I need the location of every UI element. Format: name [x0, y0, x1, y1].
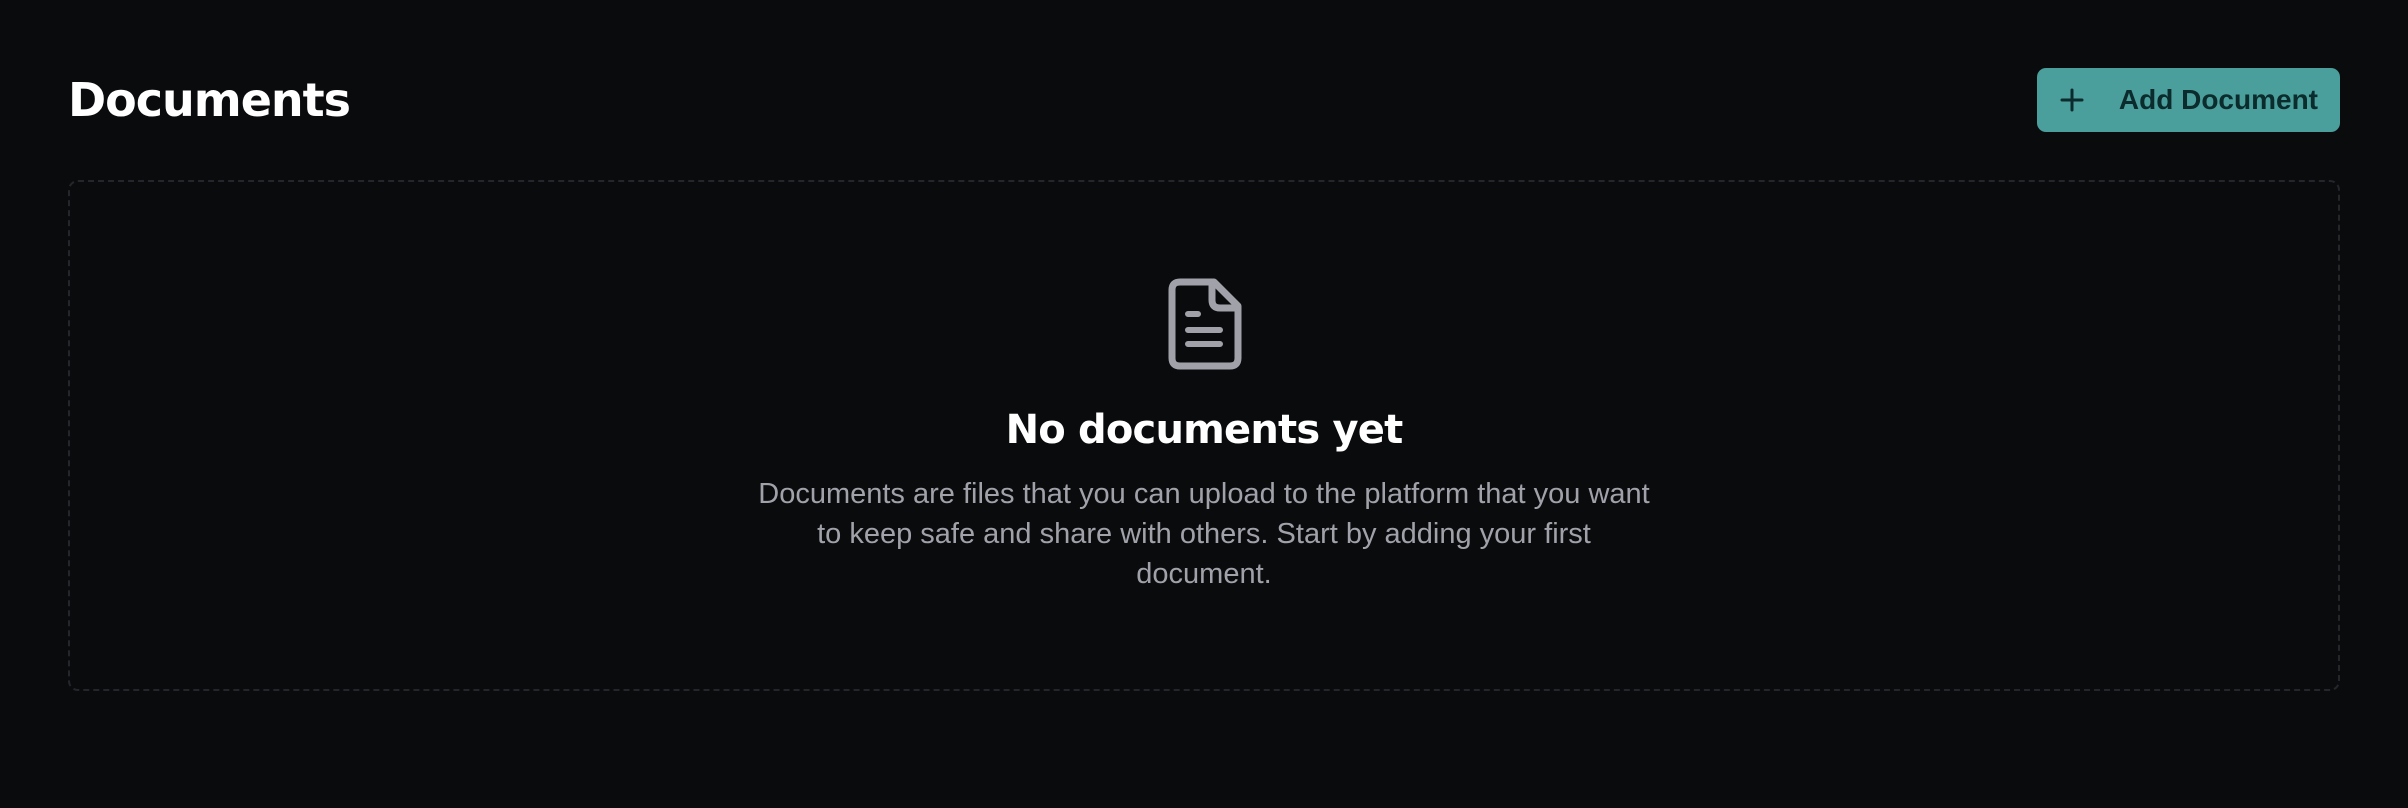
empty-state-description: Documents are files that you can upload …	[758, 478, 1650, 590]
empty-state-title: No documents yet	[1005, 407, 1404, 453]
page-header: Documents Add Document	[68, 67, 2340, 133]
plus-icon	[2057, 84, 2101, 116]
add-document-label: Add Document	[2118, 84, 2318, 115]
document-icon	[1168, 278, 1242, 370]
page-title: Documents	[68, 73, 351, 127]
documents-page: Documents Add Document No documents yet …	[0, 0, 2408, 808]
empty-state: No documents yet Documents are files tha…	[70, 278, 2338, 594]
empty-state-panel: No documents yet Documents are files tha…	[68, 180, 2340, 691]
add-document-button[interactable]: Add Document	[2036, 68, 2340, 132]
